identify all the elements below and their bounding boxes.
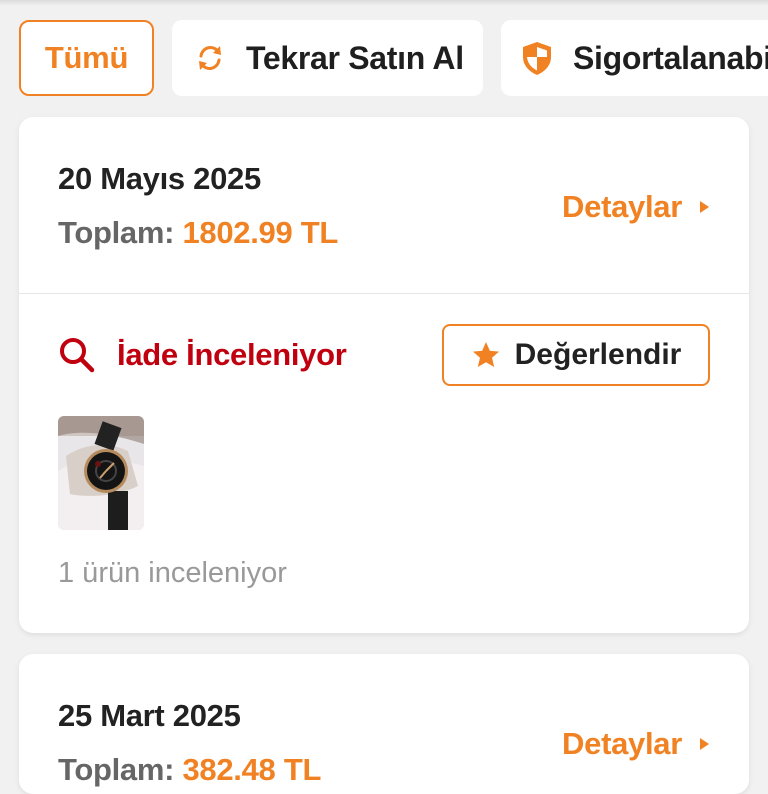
return-status-label: İade İnceleniyor: [117, 337, 347, 372]
order-total: Toplam: 382.48 TL: [58, 752, 321, 788]
product-thumbnail[interactable]: [58, 416, 144, 530]
filter-rebuy-chip[interactable]: Tekrar Satın Al: [172, 20, 483, 96]
caret-right-icon: [700, 738, 709, 750]
filter-chip-bar: Tümü Tekrar Satın Al Sigortalanabi: [0, 20, 768, 98]
order-total: Toplam: 1802.99 TL: [58, 215, 338, 251]
shield-icon: [519, 40, 555, 76]
rate-button[interactable]: Değerlendir: [442, 324, 710, 386]
rate-button-label: Değerlendir: [514, 338, 682, 371]
order-card: 20 Mayıs 2025 Toplam: 1802.99 TL Detayla…: [19, 117, 749, 633]
top-bar-shadow: [0, 0, 768, 6]
order-details-label: Detaylar: [562, 726, 682, 761]
filter-all-label: Tümü: [44, 40, 129, 75]
return-status: İade İnceleniyor: [57, 335, 347, 375]
caret-right-icon: [700, 201, 709, 213]
card-divider: [19, 293, 749, 294]
item-count-text: 1 ürün inceleniyor: [58, 557, 287, 589]
order-details-link[interactable]: Detaylar: [562, 726, 709, 762]
filter-insurable-label: Sigortalanabi: [573, 39, 768, 76]
order-date: 20 Mayıs 2025: [58, 161, 261, 196]
filter-insurable-chip[interactable]: Sigortalanabi: [501, 20, 768, 96]
order-total-label: Toplam:: [58, 215, 175, 250]
refresh-icon: [192, 40, 228, 76]
order-total-amount: 1802.99 TL: [182, 215, 339, 250]
order-total-label: Toplam:: [58, 752, 175, 787]
search-icon: [57, 335, 97, 375]
order-details-link[interactable]: Detaylar: [562, 189, 709, 225]
filter-rebuy-label: Tekrar Satın Al: [246, 39, 464, 76]
star-icon: [471, 340, 501, 370]
order-card: 25 Mart 2025 Toplam: 382.48 TL Detaylar: [19, 654, 749, 794]
order-date: 25 Mart 2025: [58, 698, 241, 733]
filter-all-chip[interactable]: Tümü: [19, 20, 154, 96]
order-details-label: Detaylar: [562, 189, 682, 224]
order-total-amount: 382.48 TL: [182, 752, 322, 787]
